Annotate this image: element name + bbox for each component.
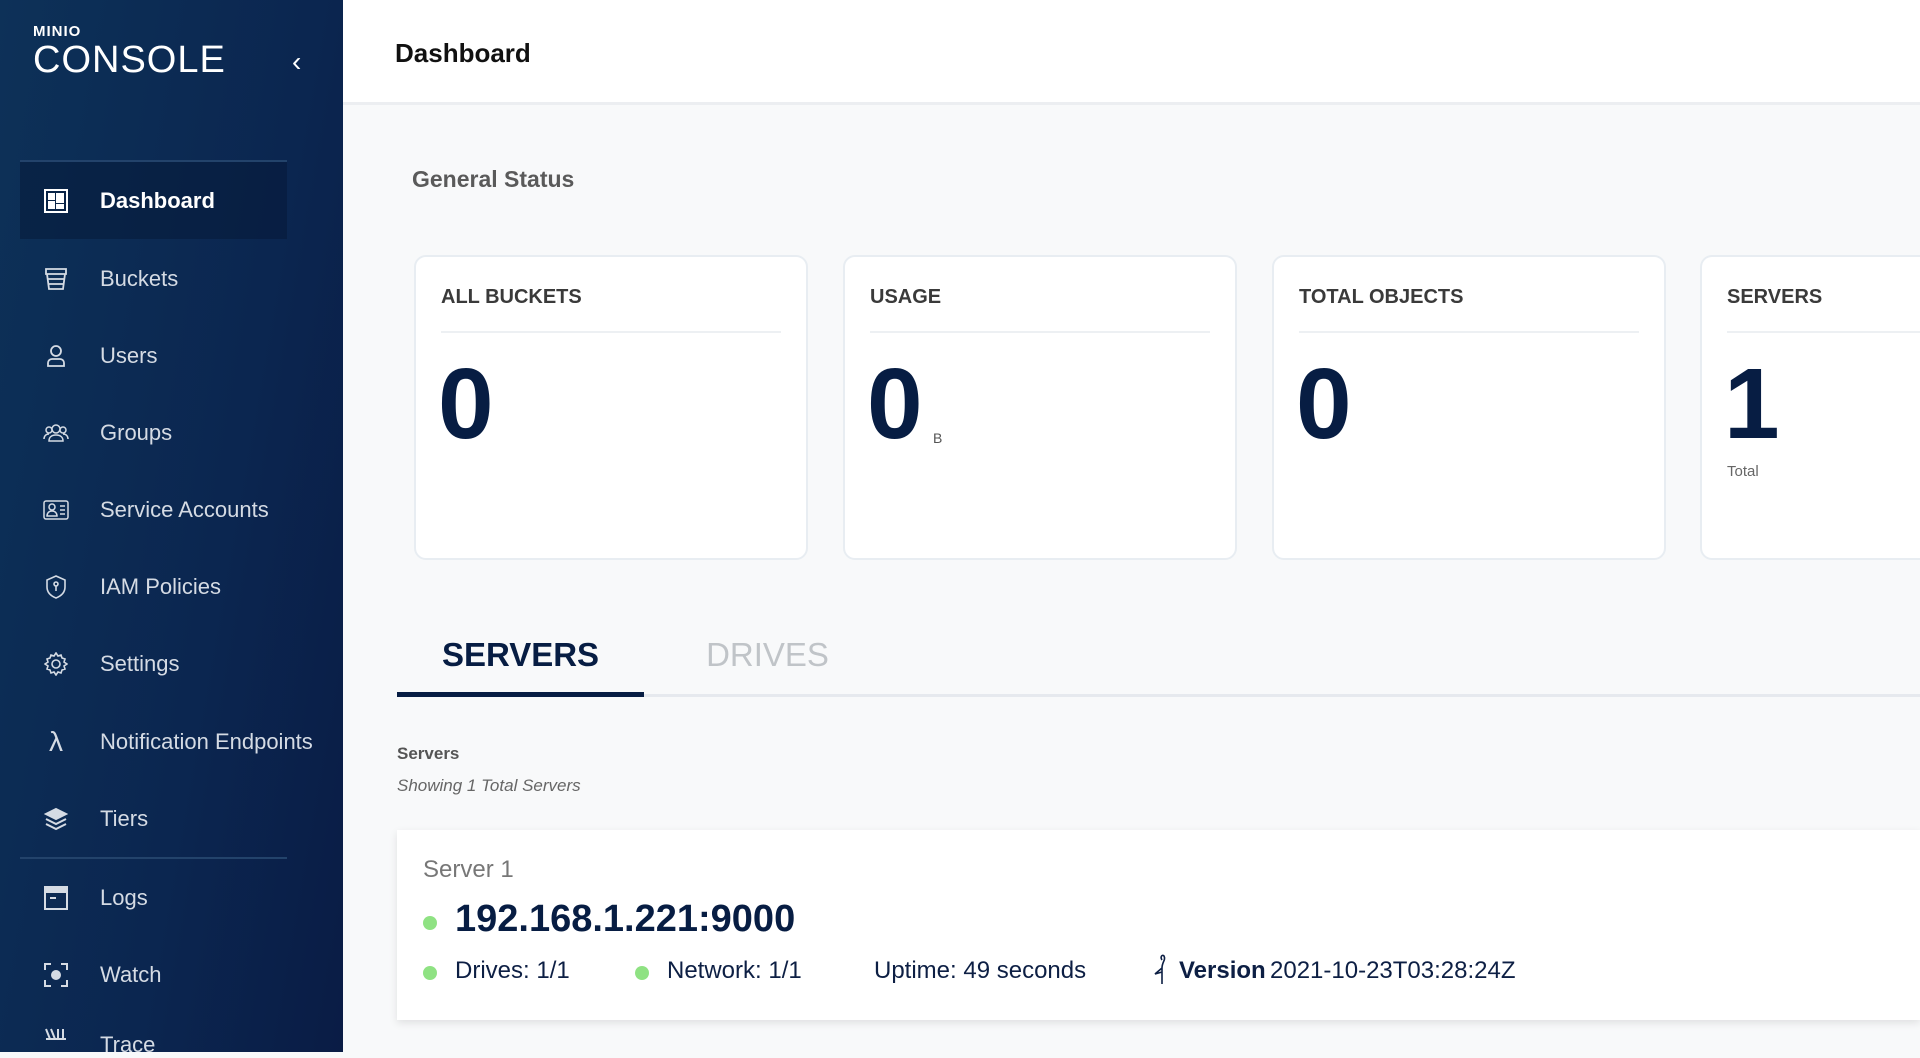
network-status-dot-icon	[635, 966, 649, 980]
status-dot-icon	[423, 916, 437, 930]
trace-icon	[43, 1026, 69, 1052]
card-value: 0	[438, 348, 494, 460]
sidebar: MINIO CONSOLE ‹ Dashboard Buckets Users …	[0, 0, 343, 1057]
gear-icon	[43, 651, 69, 677]
card-divider	[441, 331, 781, 333]
page-title: Dashboard	[395, 38, 531, 68]
sidebar-item-dashboard[interactable]: Dashboard	[20, 162, 287, 239]
drives-status: Drives: 1/1	[455, 957, 570, 984]
all-buckets-card: ALL BUCKETS 0	[414, 255, 808, 560]
card-value: 0	[867, 348, 923, 460]
sidebar-item-watch[interactable]: Watch	[20, 936, 287, 1013]
card-unit: B	[933, 430, 943, 446]
tab-bar: SERVERS DRIVES	[397, 625, 1920, 697]
groups-icon	[43, 420, 69, 446]
card-title: TOTAL OBJECTS	[1299, 286, 1464, 308]
servers-section-title: Servers	[397, 744, 460, 763]
sidebar-item-label: Settings	[100, 650, 180, 676]
card-value: 1	[1724, 348, 1780, 460]
card-value: 0	[1296, 348, 1352, 460]
tab-drives[interactable]: DRIVES	[644, 625, 891, 697]
card-title: USAGE	[870, 286, 942, 308]
user-icon	[43, 343, 69, 369]
general-status-heading: General Status	[412, 166, 575, 192]
minio-bird-icon	[1153, 954, 1169, 991]
sidebar-item-tiers[interactable]: Tiers	[20, 780, 287, 857]
sidebar-item-settings[interactable]: Settings	[20, 625, 287, 702]
watch-icon	[43, 962, 69, 988]
version-label: Version	[1179, 957, 1266, 984]
sidebar-item-label: Watch	[100, 961, 162, 987]
card-title: SERVERS	[1727, 286, 1823, 308]
sidebar-item-groups[interactable]: Groups	[20, 394, 287, 471]
sidebar-item-label: Buckets	[100, 265, 179, 291]
drives-status-dot-icon	[423, 966, 437, 980]
service-account-icon	[43, 497, 69, 523]
total-objects-card: TOTAL OBJECTS 0	[1272, 255, 1666, 560]
bucket-icon	[43, 266, 69, 292]
server-endpoint: 192.168.1.221:9000	[455, 898, 796, 940]
minio-console-logo[interactable]: MINIO CONSOLE	[33, 23, 226, 81]
collapse-sidebar-button[interactable]: ‹	[292, 48, 301, 76]
network-status: Network: 1/1	[667, 957, 802, 984]
sidebar-item-notification-endpoints[interactable]: λ Notification Endpoints	[20, 703, 313, 780]
logs-icon	[43, 885, 69, 911]
sidebar-item-label: Users	[100, 342, 158, 368]
servers-card: SERVERS 1 Total	[1700, 255, 1920, 560]
tab-servers[interactable]: SERVERS	[397, 625, 644, 697]
card-title: ALL BUCKETS	[441, 286, 582, 308]
lambda-icon: λ	[49, 725, 63, 757]
sidebar-item-logs[interactable]: Logs	[20, 859, 287, 936]
servers-section-subtitle: Showing 1 Total Servers	[397, 776, 581, 795]
logo-top: MINIO	[33, 23, 82, 40]
layers-icon	[43, 806, 69, 832]
sidebar-item-label: Tiers	[100, 805, 149, 831]
card-subtitle: Total	[1727, 463, 1759, 480]
sidebar-item-service-accounts[interactable]: Service Accounts	[20, 471, 287, 548]
sidebar-item-label: Notification Endpoints	[100, 728, 313, 754]
usage-card: USAGE 0 B	[843, 255, 1237, 560]
card-divider	[1299, 331, 1639, 333]
sidebar-item-iam-policies[interactable]: IAM Policies	[20, 548, 287, 625]
sidebar-item-trace[interactable]: Trace	[20, 1013, 287, 1057]
dashboard-icon	[43, 188, 69, 214]
server-card: Server 1 192.168.1.221:9000 Drives: 1/1 …	[397, 830, 1920, 1020]
sidebar-item-label: Trace	[100, 1032, 156, 1057]
sidebar-item-buckets[interactable]: Buckets	[20, 240, 287, 317]
sidebar-item-label: IAM Policies	[100, 573, 222, 599]
sidebar-item-label: Logs	[100, 884, 148, 910]
shield-icon	[43, 574, 69, 600]
sidebar-item-users[interactable]: Users	[20, 317, 287, 394]
page-header: Dashboard	[343, 0, 1920, 105]
server-name: Server 1	[423, 856, 514, 883]
version-value: 2021-10-23T03:28:24Z	[1270, 957, 1516, 984]
uptime: Uptime: 49 seconds	[874, 957, 1087, 984]
sidebar-item-label: Service Accounts	[100, 496, 269, 522]
sidebar-item-label: Dashboard	[100, 187, 215, 213]
card-divider	[870, 331, 1210, 333]
card-divider	[1727, 331, 1920, 333]
sidebar-item-label: Groups	[100, 419, 173, 445]
logo-main: CONSOLE	[33, 39, 226, 81]
